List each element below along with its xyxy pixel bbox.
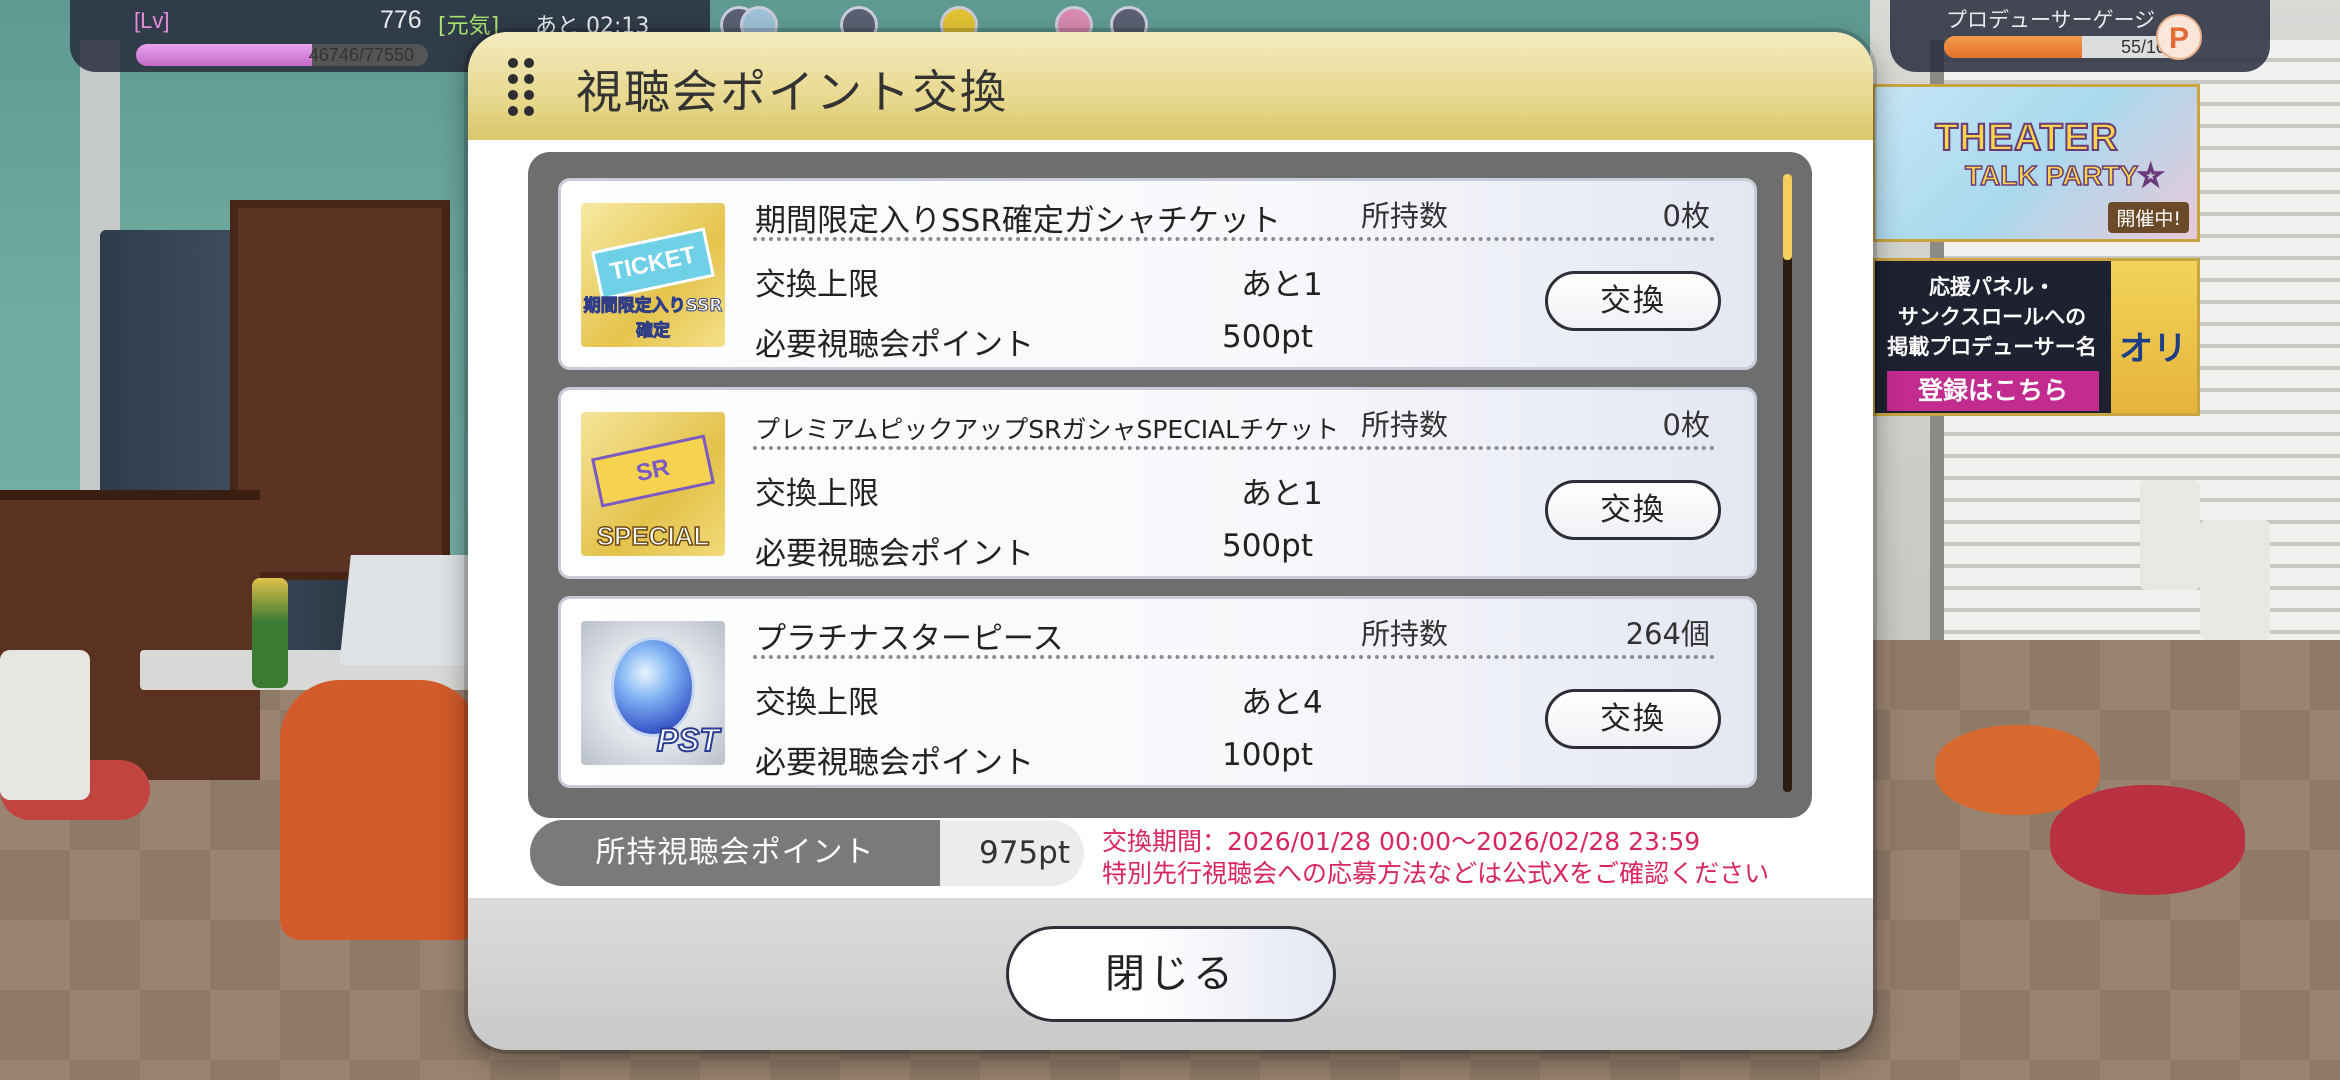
limit-value: あと1 — [1241, 267, 1323, 303]
icon-caption: SPECIAL — [596, 520, 710, 552]
banner-text: 応援パネル・ — [1929, 275, 2055, 299]
exp-bar: 46746/77550 — [136, 44, 428, 66]
icon-caption: 期間限定入りSSR確定 — [583, 296, 723, 342]
producer-p-icon: P — [2156, 14, 2202, 60]
exchange-item: SR SPECIAL プレミアムピックアップSRガシャSPECIALチケット 所… — [558, 387, 1757, 579]
owned-value: 264個 — [1625, 617, 1710, 651]
exchange-item: PST プラチナスターピース 所持数 264個 交換上限 あと4 必要視聴会ポイ… — [558, 596, 1757, 788]
item-name: 期間限定入りSSR確定ガシャチケット — [755, 203, 1281, 239]
application-notice: 特別先行視聴会への応募方法などは公式Xをご確認ください — [1102, 859, 1770, 888]
exchange-button[interactable]: 交換 — [1545, 689, 1721, 749]
divider — [753, 446, 1715, 450]
ticket-graphic: SR — [591, 434, 715, 508]
producer-gauge-fill — [1944, 36, 2082, 58]
divider — [753, 237, 1715, 241]
banner-text: サンクスロールへの — [1897, 305, 2087, 329]
ticket-graphic: TICKET — [591, 227, 715, 301]
item-name: プレミアムピックアップSRガシャSPECIALチケット — [755, 415, 1340, 444]
dialog-title: 視聴会ポイント交換 — [576, 65, 1008, 119]
scrollbar-thumb[interactable] — [1783, 174, 1792, 260]
handbag — [0, 650, 90, 800]
cost-label: 必要視聴会ポイント — [755, 536, 1034, 572]
owned-value: 0枚 — [1662, 199, 1710, 233]
banner-subtitle: TALK PARTY☆ — [1964, 159, 2164, 192]
cost-label: 必要視聴会ポイント — [755, 745, 1034, 781]
tea-bottle — [252, 578, 288, 688]
owned-points-value: 975pt — [978, 835, 1070, 871]
cost-label: 必要視聴会ポイント — [755, 327, 1034, 363]
drag-handle-icon — [508, 58, 536, 116]
owned-value: 0枚 — [1662, 408, 1710, 442]
limit-label: 交換上限 — [755, 267, 879, 303]
limit-label: 交換上限 — [755, 476, 879, 512]
potted-plant — [2200, 520, 2270, 640]
orange-chair — [280, 680, 480, 940]
laptop — [339, 555, 481, 665]
list-scrollbar[interactable] — [1783, 174, 1792, 792]
divider — [753, 655, 1715, 659]
owned-points-label: 所持視聴会ポイント — [530, 820, 940, 886]
dialog-header: 視聴会ポイント交換 — [468, 32, 1873, 140]
support-panel-banner[interactable]: 応援パネル・ サンクスロールへの 掲載プロデューサー名 登録はこちら オリ — [1872, 258, 2200, 416]
level-value: 776 — [380, 6, 422, 34]
point-exchange-dialog: 視聴会ポイント交換 TICKET 期間限定入りSSR確定 期間限定入りSSR確定… — [468, 32, 1873, 1050]
cost-value: 500pt — [1221, 528, 1313, 564]
potted-plant — [2140, 480, 2200, 590]
level-tag: [Lv] — [134, 8, 170, 33]
exp-text: 46746/77550 — [308, 45, 414, 65]
close-button[interactable]: 閉じる — [1006, 926, 1336, 1022]
limit-label: 交換上限 — [755, 685, 879, 721]
cost-value: 100pt — [1221, 737, 1313, 773]
platinum-star-piece-icon: PST — [581, 621, 725, 765]
theater-talk-party-banner[interactable]: THEATER TALK PARTY☆ 開催中! — [1872, 84, 2200, 242]
red-stool — [2050, 785, 2245, 895]
exchange-button[interactable]: 交換 — [1545, 271, 1721, 331]
ssr-ticket-icon: TICKET 期間限定入りSSR確定 — [581, 203, 725, 347]
limit-value: あと4 — [1241, 685, 1323, 721]
owned-points-box: 所持視聴会ポイント 975pt — [530, 820, 1084, 886]
exp-bar-fill — [136, 44, 313, 66]
exchange-button[interactable]: 交換 — [1545, 480, 1721, 540]
owned-label: 所持数 — [1361, 617, 1449, 651]
banner-text: 掲載プロデューサー名 — [1887, 335, 2097, 359]
owned-label: 所持数 — [1361, 199, 1449, 233]
owned-label: 所持数 — [1361, 408, 1449, 442]
exchange-period-notice: 交換期間：2026/01/28 00:00〜2026/02/28 23:59 — [1102, 827, 1701, 856]
limit-value: あと1 — [1241, 476, 1323, 512]
register-button[interactable]: 登録はこちら — [1887, 371, 2099, 411]
banner-title: THEATER — [1934, 116, 2119, 160]
cost-value: 500pt — [1221, 319, 1313, 355]
bookshelf — [230, 200, 450, 580]
banner-side-text: オリ — [2119, 329, 2187, 369]
exchange-item: TICKET 期間限定入りSSR確定 期間限定入りSSR確定ガシャチケット 所持… — [558, 178, 1757, 370]
banner-status-tag: 開催中! — [2108, 202, 2189, 233]
producer-gauge[interactable]: プロデューサーゲージ 55/100 P — [1890, 0, 2270, 72]
sr-special-ticket-icon: SR SPECIAL — [581, 412, 725, 556]
item-name: プラチナスターピース — [755, 621, 1064, 657]
producer-gauge-label: プロデューサーゲージ — [1946, 8, 2156, 32]
icon-caption: PST — [656, 721, 720, 759]
